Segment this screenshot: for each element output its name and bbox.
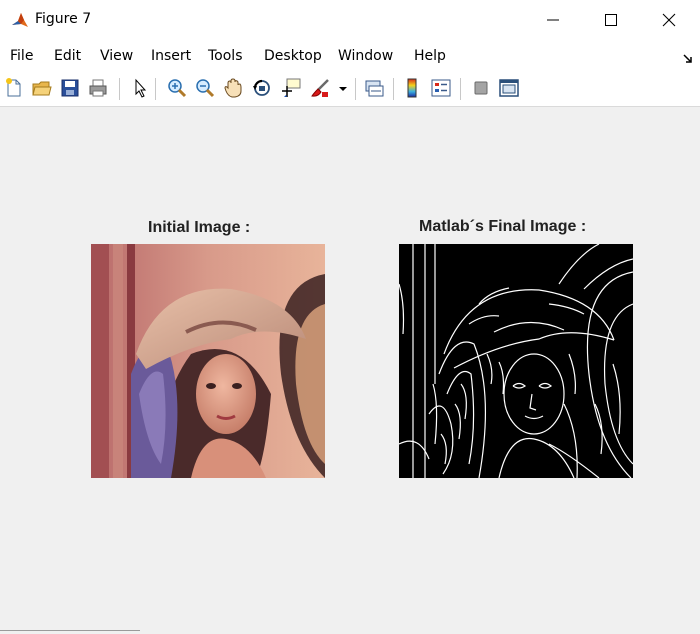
link-plot-icon[interactable] <box>363 77 385 99</box>
menu-view[interactable]: View <box>100 48 133 64</box>
menu-file[interactable]: File <box>10 48 33 64</box>
close-button[interactable] <box>640 0 698 40</box>
zoom-in-icon[interactable] <box>166 77 188 99</box>
final-edge-image <box>398 243 634 479</box>
menu-desktop[interactable]: Desktop <box>264 48 322 64</box>
window-title: Figure 7 <box>35 11 92 27</box>
rotate-3d-icon[interactable] <box>251 77 273 99</box>
brush-dropdown-icon[interactable] <box>337 77 349 99</box>
toolbar-separator <box>393 78 394 100</box>
save-icon[interactable] <box>59 77 81 99</box>
insert-legend-icon[interactable] <box>430 77 452 99</box>
menu-edit[interactable]: Edit <box>54 48 81 64</box>
title-bar: Figure 7 <box>0 0 700 40</box>
dock-arrow-icon[interactable] <box>682 50 694 69</box>
pan-hand-icon[interactable] <box>222 77 244 99</box>
new-figure-icon[interactable] <box>3 77 25 99</box>
show-plot-tools-icon[interactable] <box>498 77 520 99</box>
figure-toolbar <box>0 72 700 107</box>
final-image-title: Matlab´s Final Image : <box>419 218 587 235</box>
menu-help[interactable]: Help <box>414 48 446 64</box>
open-file-icon[interactable] <box>31 77 53 99</box>
toolbar-separator <box>460 78 461 100</box>
maximize-button[interactable] <box>582 0 640 40</box>
toolbar-separator <box>155 78 156 100</box>
print-icon[interactable] <box>87 77 109 99</box>
edit-plot-arrow-icon[interactable] <box>129 77 151 99</box>
zoom-out-icon[interactable] <box>194 77 216 99</box>
hide-plot-tools-icon[interactable] <box>470 77 492 99</box>
initial-image-title: Initial Image : <box>148 219 251 236</box>
menu-window[interactable]: Window <box>338 48 393 64</box>
menu-insert[interactable]: Insert <box>151 48 191 64</box>
minimize-button[interactable] <box>524 0 582 40</box>
toolbar-separator <box>355 78 356 100</box>
initial-image <box>91 244 325 478</box>
data-cursor-icon[interactable] <box>280 77 302 99</box>
brush-icon[interactable] <box>309 77 331 99</box>
toolbar-separator <box>119 78 120 100</box>
menu-tools[interactable]: Tools <box>208 48 243 64</box>
bottom-edge-line <box>0 630 140 631</box>
menu-bar: File Edit View Insert Tools Desktop Wind… <box>0 40 700 72</box>
insert-colorbar-icon[interactable] <box>401 77 423 99</box>
matlab-logo-icon <box>10 10 30 30</box>
